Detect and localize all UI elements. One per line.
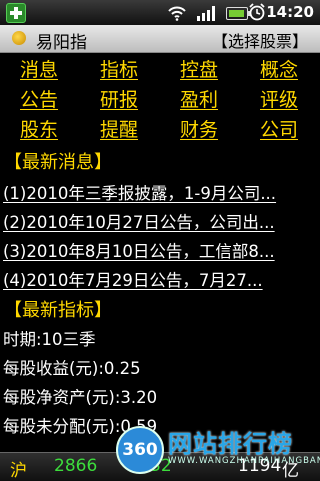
ticker-change: 32 [150, 456, 172, 476]
signal-icon [197, 6, 215, 21]
menu-profit[interactable]: 盈利 [180, 86, 218, 114]
news-item[interactable]: (2)2010年10月27日公告，公司出... [0, 209, 313, 238]
status-bar: 14:20 [0, 0, 320, 25]
news-item[interactable]: (3)2010年8月10日公告，工信部8... [0, 238, 313, 267]
menu-row: 消息 指标 控盘 概念 [0, 56, 320, 86]
app-notification-icon [6, 3, 26, 23]
indicators-heading: 【最新指标】 [4, 300, 112, 321]
indicator-eps: 每股收益(元):0.25 [3, 359, 141, 378]
menu-announcement[interactable]: 公告 [20, 86, 58, 114]
ticker-index: 2866 [54, 456, 98, 476]
indicator-undistributed: 每股未分配(元):0.59 [3, 417, 158, 436]
ticker-market: 沪 [10, 461, 27, 481]
alarm-icon [249, 3, 265, 21]
menu-row: 股东 提醒 财务 公司 [0, 116, 320, 146]
menu-research[interactable]: 研报 [100, 86, 138, 114]
menu-control[interactable]: 控盘 [180, 56, 218, 84]
app-logo-icon [12, 31, 26, 45]
menu-shareholders[interactable]: 股东 [20, 116, 58, 144]
menu-rating[interactable]: 评级 [260, 86, 298, 114]
news-item[interactable]: (1)2010年三季报披露，1-9月公司... [0, 180, 313, 209]
wifi-icon [168, 6, 186, 21]
ticker-volume: 1194 [238, 456, 282, 476]
indicator-period: 时期:10三季 [3, 330, 96, 349]
news-item[interactable]: (4)2010年7月29日公告，7月27... [0, 267, 313, 296]
function-menu: 消息 指标 控盘 概念 公告 研报 盈利 评级 股东 提醒 财务 公司 [0, 56, 320, 146]
menu-finance[interactable]: 财务 [180, 116, 218, 144]
menu-indicators[interactable]: 指标 [100, 56, 138, 84]
menu-concept[interactable]: 概念 [260, 56, 298, 84]
status-clock: 14:20 [266, 3, 314, 21]
news-list: (1)2010年三季报披露，1-9月公司... (2)2010年10月27日公告… [0, 180, 320, 296]
ticker-unit: 亿 [282, 461, 299, 481]
select-stock-button[interactable]: 【选择股票】 [212, 28, 308, 52]
menu-alerts[interactable]: 提醒 [100, 116, 138, 144]
menu-row: 公告 研报 盈利 评级 [0, 86, 320, 116]
menu-company[interactable]: 公司 [260, 116, 298, 144]
title-bar: 易阳指 【选择股票】 [0, 25, 320, 53]
indicators-list: 时期:10三季 每股收益(元):0.25 每股净资产(元):3.20 每股未分配… [0, 326, 320, 442]
news-heading: 【最新消息】 [4, 152, 112, 173]
battery-icon [226, 7, 251, 20]
menu-news[interactable]: 消息 [20, 56, 58, 84]
market-ticker[interactable]: 沪 2866 32 1194 亿 [0, 452, 320, 481]
app-title: 易阳指 [36, 33, 87, 53]
indicator-bvps: 每股净资产(元):3.20 [3, 388, 158, 407]
